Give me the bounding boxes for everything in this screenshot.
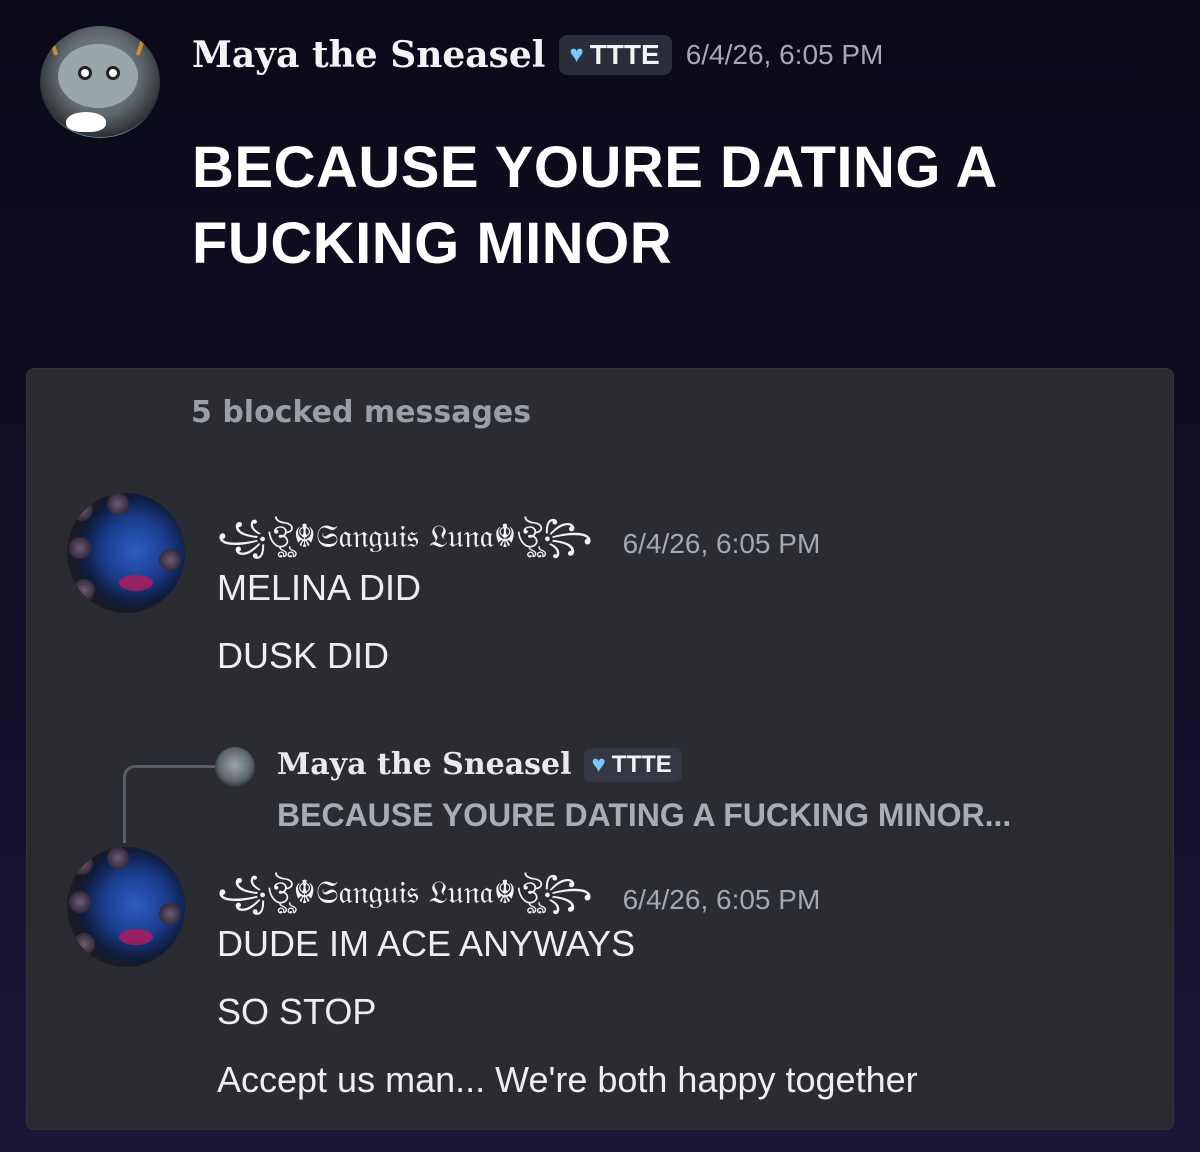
blocked-messages-toggle[interactable]: 5 blocked messages — [191, 395, 531, 430]
sanguis-avatar[interactable] — [67, 493, 185, 613]
message-line: Accept us man... We're both happy togeth… — [217, 1059, 918, 1100]
heart-icon: ♥ — [569, 41, 584, 68]
maya-avatar[interactable] — [40, 26, 160, 138]
blocked-messages-panel: 5 blocked messages ꧁ঔৣ☬𝔖𝔞𝔫𝔤𝔲𝔦𝔰 𝔏𝔲𝔫𝔞☬ঔৣ꧂ … — [26, 368, 1174, 1130]
heart-icon: ♥ — [591, 750, 606, 778]
message-timestamp: 6/4/26, 6:05 PM — [622, 528, 821, 559]
message-header: Maya the Sneasel ♥ TTTE 6/4/26, 6:05 PM — [192, 34, 883, 76]
reply-connector — [123, 765, 223, 843]
reply-author-name[interactable]: Maya the Sneasel — [277, 747, 572, 782]
message-line: MELINA DID — [217, 567, 422, 608]
reply-header[interactable]: Maya the Sneasel ♥ TTTE — [277, 747, 682, 782]
author-name[interactable]: Maya the Sneasel — [192, 34, 545, 76]
reply-preview-text[interactable]: BECAUSE YOURE DATING A FUCKING MINOR... — [277, 797, 1011, 834]
sanguis-avatar[interactable] — [67, 847, 185, 967]
server-tag-badge[interactable]: ♥ TTTE — [559, 35, 672, 75]
message-timestamp: 6/4/26, 6:05 PM — [622, 884, 821, 915]
message-line: DUDE IM ACE ANYWAYS — [217, 923, 636, 964]
server-tag-badge[interactable]: ♥ TTTE — [583, 747, 682, 782]
top-message: Maya the Sneasel ♥ TTTE 6/4/26, 6:05 PM … — [0, 0, 1200, 360]
message-line: SO STOP — [217, 991, 377, 1032]
message-text: BECAUSE YOURE DATING A FUCKING MINOR — [192, 135, 996, 276]
server-tag-label: TTTE — [611, 750, 672, 778]
server-tag-label: TTTE — [589, 39, 660, 70]
message-timestamp: 6/4/26, 6:05 PM — [685, 39, 884, 70]
message-line: DUSK DID — [217, 635, 390, 676]
reply-avatar[interactable] — [215, 747, 255, 787]
